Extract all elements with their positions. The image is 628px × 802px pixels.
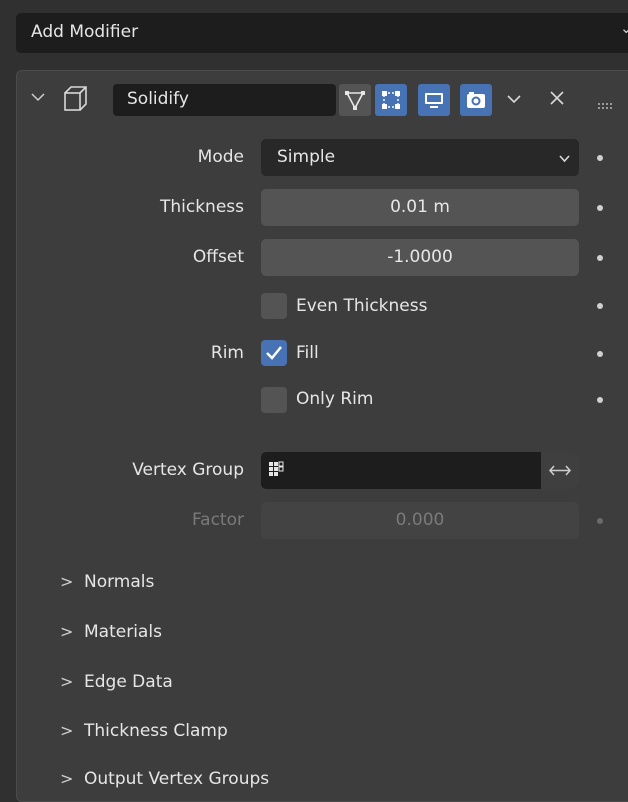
mode-label: Mode	[197, 147, 244, 167]
vertex-group-icon	[267, 460, 287, 485]
chevron-right-icon: >	[60, 672, 74, 691]
offset-label: Offset	[192, 247, 244, 267]
subpanel-thickness-clamp[interactable]: > Thickness Clamp	[60, 721, 228, 741]
offset-field[interactable]: -1.0000	[261, 239, 579, 276]
mode-dropdown[interactable]: Simple	[261, 139, 579, 176]
edit-mode-toggle[interactable]	[375, 84, 407, 116]
subpanel-edge-data[interactable]: > Edge Data	[60, 672, 173, 692]
mode-value: Simple	[277, 147, 336, 167]
invert-vertex-group-button[interactable]	[541, 452, 579, 489]
fill-label: Fill	[296, 343, 319, 363]
keyframe-dot[interactable]	[597, 255, 603, 261]
camera-icon	[467, 92, 485, 108]
subpanel-label: Thickness Clamp	[84, 721, 228, 741]
chevron-down-icon: ⌄	[620, 19, 628, 37]
even-thickness-label: Even Thickness	[296, 296, 428, 316]
subpanel-label: Edge Data	[84, 672, 173, 692]
double-arrow-icon	[548, 465, 572, 476]
chevron-right-icon: >	[60, 721, 74, 740]
keyframe-dot[interactable]	[597, 351, 603, 357]
even-thickness-checkbox[interactable]	[261, 293, 287, 319]
extra-menu-chevron-icon[interactable]	[505, 90, 523, 113]
add-modifier-dropdown[interactable]: Add Modifier ⌄	[16, 13, 628, 53]
subpanel-label: Normals	[84, 572, 155, 592]
thickness-label: Thickness	[159, 197, 244, 217]
vertex-group-field[interactable]	[261, 452, 579, 489]
only-rim-checkbox[interactable]	[261, 387, 287, 413]
modifier-panel	[16, 70, 628, 802]
keyframe-dot[interactable]	[597, 303, 603, 309]
factor-label: Factor	[191, 510, 244, 530]
subpanel-materials[interactable]: > Materials	[60, 622, 162, 642]
modifier-name: Solidify	[127, 89, 189, 109]
keyframe-dot[interactable]	[597, 518, 603, 524]
subpanel-output-vertex-groups[interactable]: > Output Vertex Groups	[60, 769, 269, 789]
vertex-triangle-icon	[345, 91, 365, 110]
subpanel-label: Materials	[84, 622, 162, 642]
keyframe-dot[interactable]	[597, 205, 603, 211]
keyframe-dot[interactable]	[597, 155, 603, 161]
drag-handle-icon[interactable]	[598, 96, 620, 116]
chevron-right-icon: >	[60, 572, 74, 591]
edit-mode-icon	[382, 91, 400, 109]
realtime-toggle[interactable]	[418, 84, 450, 116]
modifier-name-field[interactable]: Solidify	[113, 84, 336, 116]
solidify-modifier-icon	[60, 84, 90, 119]
close-icon[interactable]	[548, 89, 566, 112]
add-modifier-label: Add Modifier	[31, 22, 139, 42]
checkmark-icon	[266, 346, 282, 360]
subpanel-normals[interactable]: > Normals	[60, 572, 154, 592]
vertex-group-label: Vertex Group	[132, 460, 244, 480]
factor-field[interactable]: 0.000	[261, 502, 579, 539]
subpanel-label: Output Vertex Groups	[84, 769, 270, 789]
render-toggle[interactable]	[460, 84, 492, 116]
keyframe-dot[interactable]	[597, 397, 603, 403]
monitor-icon	[425, 93, 443, 108]
collapse-chevron-icon[interactable]	[30, 89, 46, 110]
chevron-down-icon	[558, 150, 571, 170]
only-rim-label: Only Rim	[296, 389, 374, 409]
fill-checkbox[interactable]	[261, 340, 287, 366]
chevron-right-icon: >	[60, 769, 74, 788]
chevron-right-icon: >	[60, 622, 74, 641]
thickness-field[interactable]: 0.01 m	[261, 189, 579, 226]
rim-label: Rim	[210, 343, 244, 363]
edit-cage-toggle[interactable]	[339, 84, 371, 116]
